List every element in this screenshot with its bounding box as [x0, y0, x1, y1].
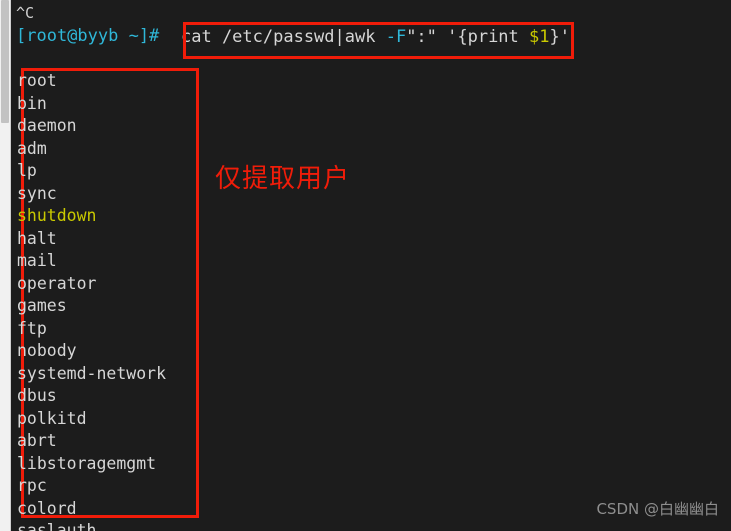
- output-line: rpc: [17, 476, 47, 495]
- output-line: polkitd: [17, 408, 87, 428]
- output-line: nobody: [17, 341, 77, 360]
- output-line: dbus: [17, 386, 57, 405]
- watermark: CSDN @白幽幽白: [596, 500, 719, 518]
- terminal-screenshot: ^C [root@byyb ~]# cat /etc/passwd|awk -F…: [0, 0, 731, 531]
- command-token-3: $1: [529, 27, 550, 47]
- terminal-window[interactable]: ^C [root@byyb ~]# cat /etc/passwd|awk -F…: [11, 0, 731, 531]
- command-token-4: }': [549, 27, 570, 47]
- output-line: games: [17, 296, 67, 315]
- annotation-note: 仅提取用户: [215, 164, 351, 194]
- output-line: halt: [17, 228, 57, 248]
- command-token-0: cat /etc/passwd|awk: [181, 27, 386, 47]
- output-line: bin: [17, 93, 47, 113]
- output-line: saslauth: [17, 521, 97, 531]
- scrollbar-thumb[interactable]: [1, 0, 9, 123]
- output-line: lp: [17, 161, 37, 180]
- command-output-list: root bin daemon adm lp sync shutdown halt mail op…: [17, 70, 166, 531]
- output-line: abrt: [17, 431, 57, 450]
- output-line: daemon: [17, 116, 77, 135]
- output-line: libstoragemgmt: [17, 453, 157, 473]
- output-line: adm: [17, 138, 47, 158]
- page-scrollbar[interactable]: [0, 0, 11, 531]
- output-line: sync: [17, 183, 57, 203]
- output-line: ftp: [17, 318, 47, 338]
- shell-prompt: [root@byyb ~]#: [16, 26, 160, 46]
- output-line: mail: [17, 251, 57, 270]
- output-line: shutdown: [17, 206, 97, 225]
- output-line: operator: [17, 273, 97, 293]
- interrupt-echo: ^C: [16, 4, 35, 22]
- command-token-2: ":" '{print: [406, 27, 530, 47]
- output-line: systemd-network: [17, 363, 167, 383]
- output-line: root: [17, 71, 57, 90]
- command-line[interactable]: cat /etc/passwd|awk -F":" '{print $1}': [181, 26, 570, 48]
- command-token-1: -F: [385, 27, 407, 47]
- output-line: colord: [17, 498, 77, 518]
